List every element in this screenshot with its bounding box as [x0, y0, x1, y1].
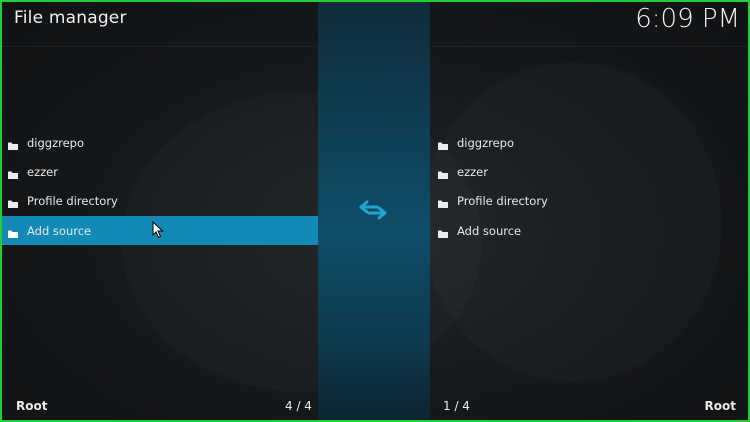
- right-item-count: 1 / 4: [443, 399, 470, 413]
- folder-icon: [438, 197, 448, 209]
- left-item-count: 4 / 4: [285, 399, 312, 413]
- folder-icon: [8, 197, 18, 209]
- clock: 6:09 PM: [635, 4, 740, 34]
- list-item-label: diggzrepo: [457, 135, 515, 150]
- file-manager-window: File manager 6:09 PM diggzrepo ezzer Pro…: [2, 2, 748, 420]
- list-item-label: Profile directory: [457, 194, 548, 209]
- list-item[interactable]: ezzer: [2, 157, 318, 186]
- folder-icon: [8, 168, 18, 179]
- folder-icon: [8, 227, 18, 238]
- folder-icon: [438, 227, 448, 238]
- list-item-label: Add source: [457, 223, 522, 238]
- list-item[interactable]: Profile directory: [432, 187, 748, 216]
- mouse-pointer-icon: [152, 220, 164, 239]
- list-item[interactable]: diggzrepo: [432, 128, 748, 157]
- list-item-label: ezzer: [457, 164, 488, 179]
- list-item[interactable]: Profile directory: [2, 187, 318, 216]
- page-title: File manager: [14, 8, 127, 28]
- swap-arrows-icon[interactable]: [358, 198, 388, 222]
- list-item[interactable]: ezzer: [432, 157, 748, 186]
- folder-icon: [438, 168, 448, 179]
- list-item[interactable]: diggzrepo: [2, 128, 318, 157]
- left-path-label: Root: [16, 399, 48, 413]
- right-file-list: diggzrepo ezzer Profile directory Add so…: [432, 128, 748, 245]
- list-item[interactable]: Add source: [432, 216, 748, 245]
- list-item-label: ezzer: [27, 164, 58, 179]
- list-item-label: diggzrepo: [27, 135, 85, 150]
- list-item-label: Profile directory: [27, 194, 118, 209]
- right-path-label: Root: [704, 399, 736, 413]
- folder-icon: [8, 139, 18, 150]
- folder-icon: [438, 139, 448, 150]
- list-item-label: Add source: [27, 223, 92, 238]
